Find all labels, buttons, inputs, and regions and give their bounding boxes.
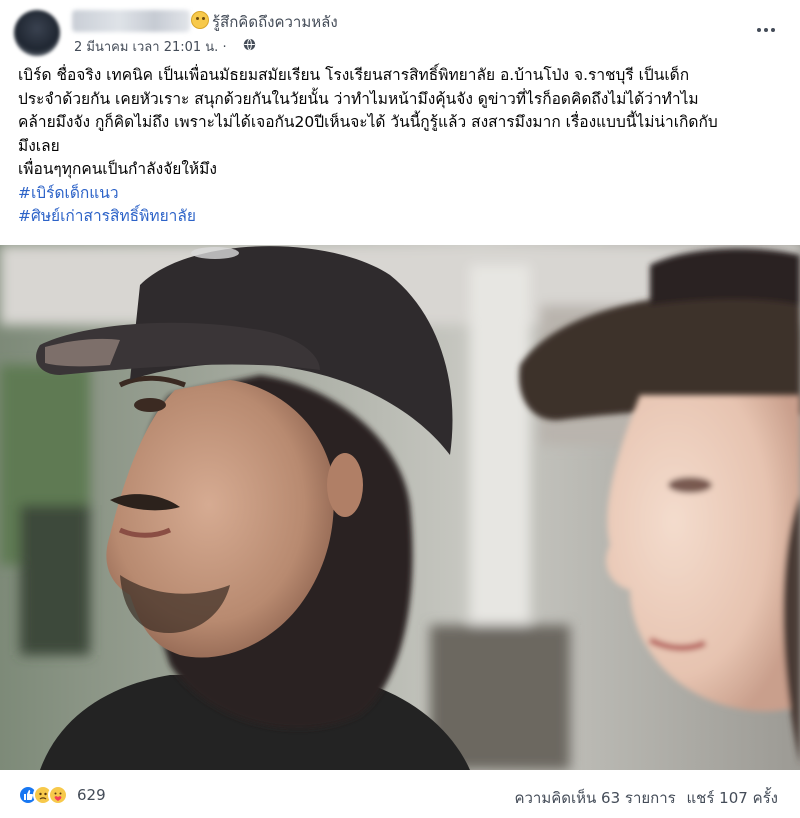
reaction-count: 629 [77,786,106,804]
reactions-summary[interactable]: 629 [18,785,106,805]
post-photo-art [0,245,800,770]
post-timestamp[interactable]: 2 มีนาคม เวลา 21:01 น. · [74,36,227,57]
post-text-line: เพื่อนๆทุกคนเป็นกำลังจัยให้มึง [18,160,217,178]
engagement-stats: ความคิดเห็น 63 รายการ แชร์ 107 ครั้ง [508,786,778,810]
shares-count-link[interactable]: แชร์ 107 ครั้ง [687,789,779,807]
author-name-blurred[interactable] [72,10,190,32]
more-options-icon[interactable] [750,18,782,42]
post-footer: 629 ความคิดเห็น 63 รายการ แชร์ 107 ครั้ง [0,770,800,818]
post-photo[interactable] [0,245,800,770]
hashtag-link[interactable]: #ศิษย์เก่าสารสิทธิ์พิทยาลัย [18,205,788,229]
feeling-emoji-icon [191,11,209,29]
post-header: รู้สึกคิดถึงความหลัง 2 มีนาคม เวลา 21:01… [0,0,800,62]
post-text-line: ประจำด้วยกัน เคยหัวเราะ สนุกด้วยกันในวัย… [18,89,699,108]
globe-icon [243,38,256,51]
post-text: เบิร์ด ชื่อจริง เทคนิค เป็นเพื่อนมัธยมสม… [18,64,788,229]
author-avatar[interactable] [14,10,60,56]
post-text-line: เบิร์ด ชื่อจริง เทคนิค เป็นเพื่อนมัธยมสม… [18,66,690,84]
feeling-text: รู้สึกคิดถึงความหลัง [212,13,338,31]
hashtag-link[interactable]: #เบิร์ดเด็กแนว [18,182,788,206]
post-text-line: คล้ายมึงจัง กูก็คิดไม่ถึง เพราะไม่ได้เจอ… [18,113,718,131]
care-icon [48,785,68,805]
comments-count-link[interactable]: ความคิดเห็น 63 รายการ [514,789,675,807]
post-text-line: มึงเลย [18,136,60,155]
